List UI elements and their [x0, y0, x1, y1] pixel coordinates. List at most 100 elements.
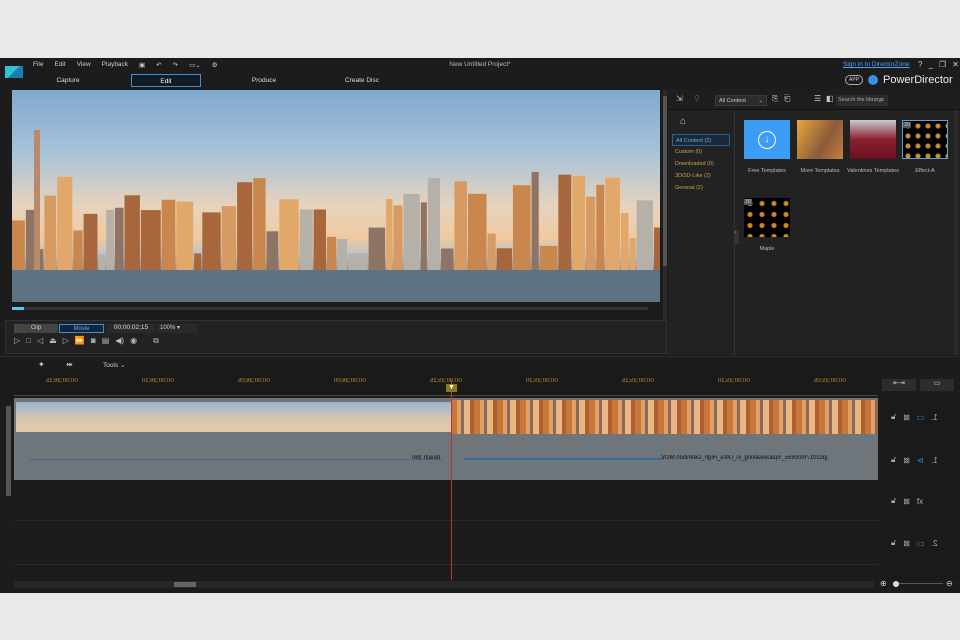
collapse-panel-button[interactable]: ‹	[734, 230, 739, 244]
undock-icon[interactable]: ⧉	[153, 336, 159, 346]
preview-scrub-bar[interactable]	[12, 307, 648, 310]
lock-icon[interactable]: 🔓︎	[891, 412, 896, 422]
tools-menu[interactable]: Tools ⌄	[103, 361, 125, 369]
library-item[interactable]: More Templates	[797, 120, 855, 174]
tab-capture[interactable]: Capture	[33, 74, 103, 87]
snapshot-icon[interactable]: ◙	[91, 336, 96, 346]
building	[337, 238, 348, 272]
timecode[interactable]: 00;00;02;15	[107, 324, 155, 333]
timeline-hscroll[interactable]	[14, 581, 874, 588]
menu-view[interactable]: View	[77, 61, 91, 69]
track-enable-icon[interactable]: ⊠	[903, 413, 910, 422]
library-item[interactable]: 3D Maple	[744, 198, 802, 252]
track-enable-icon[interactable]: ⊠	[903, 497, 910, 506]
building	[279, 199, 299, 272]
building	[512, 185, 531, 272]
preview-scrollbar[interactable]	[663, 90, 667, 326]
plugin-icon[interactable]: ⚲	[694, 94, 700, 103]
app-logo	[5, 66, 23, 78]
play-icon[interactable]: ▷	[14, 336, 20, 346]
sort-icon[interactable]: ☰	[814, 94, 821, 103]
next-frame-icon[interactable]: ▷	[63, 336, 69, 346]
tab-produce[interactable]: Produce	[229, 74, 299, 87]
library-item[interactable]: Valentines Templates	[847, 120, 908, 174]
video-clip[interactable]	[451, 400, 878, 434]
tools-label: Tools	[103, 362, 119, 369]
fast-forward-icon[interactable]: ⏩	[75, 336, 85, 346]
lock-icon[interactable]: 🔓︎	[891, 538, 896, 548]
building	[34, 130, 40, 270]
stop-icon[interactable]: □	[26, 336, 31, 346]
zoom-select[interactable]: 100% ▾	[157, 324, 197, 333]
fit-timeline-button[interactable]: ⇤⇥	[882, 379, 916, 391]
library-scrollbar[interactable]	[954, 110, 958, 355]
notification-bell-icon[interactable]	[868, 75, 879, 85]
building	[140, 210, 161, 272]
building	[313, 209, 326, 272]
help-button[interactable]: ?	[918, 60, 922, 69]
audio-track-icon: ⊲	[916, 455, 924, 465]
building	[194, 253, 202, 272]
remove-file-icon[interactable]: ⎗	[784, 94, 790, 104]
building	[202, 212, 221, 272]
track-manager-button[interactable]: ▭	[920, 379, 954, 391]
menu-playback[interactable]: Playback	[102, 61, 128, 69]
redo-icon[interactable]: ↷	[173, 61, 178, 69]
close-button[interactable]: ✕	[952, 60, 959, 69]
building	[266, 231, 279, 272]
gear-icon[interactable]: ⚙	[212, 61, 218, 69]
building	[73, 230, 83, 272]
timeline-zoom-slider[interactable]	[893, 581, 943, 587]
signin-link[interactable]: Sign in to DirectorZone	[843, 61, 909, 68]
tab-create-disc[interactable]: Create Disc	[327, 74, 397, 87]
split-icon[interactable]: ⏏	[49, 336, 57, 346]
video-clip[interactable]	[16, 402, 451, 432]
search-icon[interactable]: ⌕	[880, 95, 884, 105]
save-icon[interactable]: ▣	[139, 61, 145, 69]
add-file-icon[interactable]: ⎘	[772, 94, 778, 104]
audio-clip-label[interactable]: beach 360	[412, 455, 440, 461]
category-item[interactable]: Custom (0)	[672, 146, 730, 158]
building	[348, 253, 368, 272]
library-item[interactable]: ↓ Free Templates	[744, 120, 802, 174]
clip-mode-button[interactable]: Clip	[14, 324, 58, 333]
zoom-out-icon[interactable]: ⊖	[946, 579, 953, 588]
category-item[interactable]: Downloaded (0)	[672, 158, 730, 170]
subtitle-icon[interactable]: ▤	[102, 336, 110, 346]
view-icon[interactable]: ◧	[826, 94, 834, 103]
app-badge[interactable]: APP	[845, 75, 864, 85]
effect-thumbnail: 3D	[902, 120, 948, 159]
zoom-value: 100%	[160, 325, 176, 331]
playhead-handle[interactable]: ▼	[446, 384, 457, 392]
library-item[interactable]: 3D Effect-A	[902, 120, 960, 174]
template-thumbnail	[797, 120, 843, 159]
content-filter-select[interactable]: All Content ⌄	[715, 95, 767, 106]
magic-tool-icon[interactable]: ✦	[38, 360, 45, 369]
add-tag-icon[interactable]: ⌂	[680, 116, 686, 127]
menu-file[interactable]: File	[33, 61, 43, 69]
zoom-in-icon[interactable]: ⊕	[880, 579, 887, 588]
track-enable-icon[interactable]: ⊠	[903, 539, 910, 548]
fit-icon[interactable]: ⇹	[66, 360, 73, 369]
audio-clip-label[interactable]: jpc2017m00655_Spacewalking_in_Ultra_High…	[661, 455, 827, 461]
display-icon[interactable]: ▭⌄	[189, 61, 201, 69]
video-preview	[12, 90, 660, 302]
undo-icon[interactable]: ↶	[156, 61, 161, 69]
volume-icon[interactable]: ◀)	[115, 336, 124, 346]
minimize-button[interactable]: _	[928, 60, 932, 69]
restore-button[interactable]: ❐	[939, 60, 946, 69]
category-item[interactable]: General (2)	[672, 182, 730, 194]
lock-icon[interactable]: 🔓︎	[891, 496, 896, 506]
lock-icon[interactable]: 🔓︎	[891, 455, 896, 465]
3d-icon[interactable]: ◉	[130, 336, 137, 346]
import-icon[interactable]: ⇲	[676, 94, 683, 103]
track-enable-icon[interactable]: ⊠	[903, 456, 910, 465]
tab-edit[interactable]: Edit	[131, 74, 201, 87]
movie-mode-button[interactable]: Movie	[59, 324, 104, 333]
previous-frame-icon[interactable]: ◁	[37, 336, 43, 346]
playhead[interactable]	[451, 380, 452, 580]
timeline-vscroll[interactable]	[4, 398, 12, 580]
category-item[interactable]: 3D/3D-Like (2)	[672, 170, 730, 182]
menu-edit[interactable]: Edit	[54, 61, 65, 69]
category-item[interactable]: All Content (2)	[672, 134, 730, 146]
